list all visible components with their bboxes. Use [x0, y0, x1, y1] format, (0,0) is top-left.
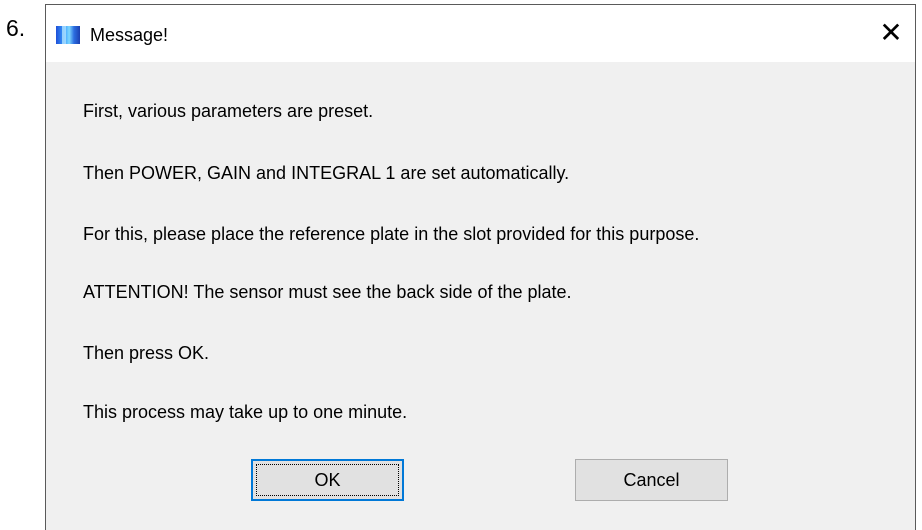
message-line: This process may take up to one minute.	[83, 402, 408, 422]
message-line: ATTENTION! The sensor must see the back …	[83, 282, 572, 302]
close-button[interactable]: ✕	[871, 13, 911, 53]
message-line: For this, please place the reference pla…	[83, 224, 700, 244]
cancel-button-label: Cancel	[623, 469, 680, 490]
app-icon	[56, 26, 80, 44]
dialog-content: First, various parameters are preset. Th…	[46, 62, 915, 530]
cancel-button[interactable]: Cancel	[575, 459, 728, 501]
dialog-title: Message!	[90, 25, 169, 45]
message-line: Then press OK.	[83, 343, 210, 363]
dialog-titlebar[interactable]: Message! ✕	[46, 5, 915, 62]
ok-button[interactable]: OK	[251, 459, 404, 501]
message-line: Then POWER, GAIN and INTEGRAL 1 are set …	[83, 163, 570, 183]
message-line: First, various parameters are preset.	[83, 101, 374, 121]
focus-rectangle	[256, 464, 399, 496]
message-dialog: Message! ✕ First, various parameters are…	[45, 4, 916, 530]
step-number: 6.	[6, 15, 26, 41]
